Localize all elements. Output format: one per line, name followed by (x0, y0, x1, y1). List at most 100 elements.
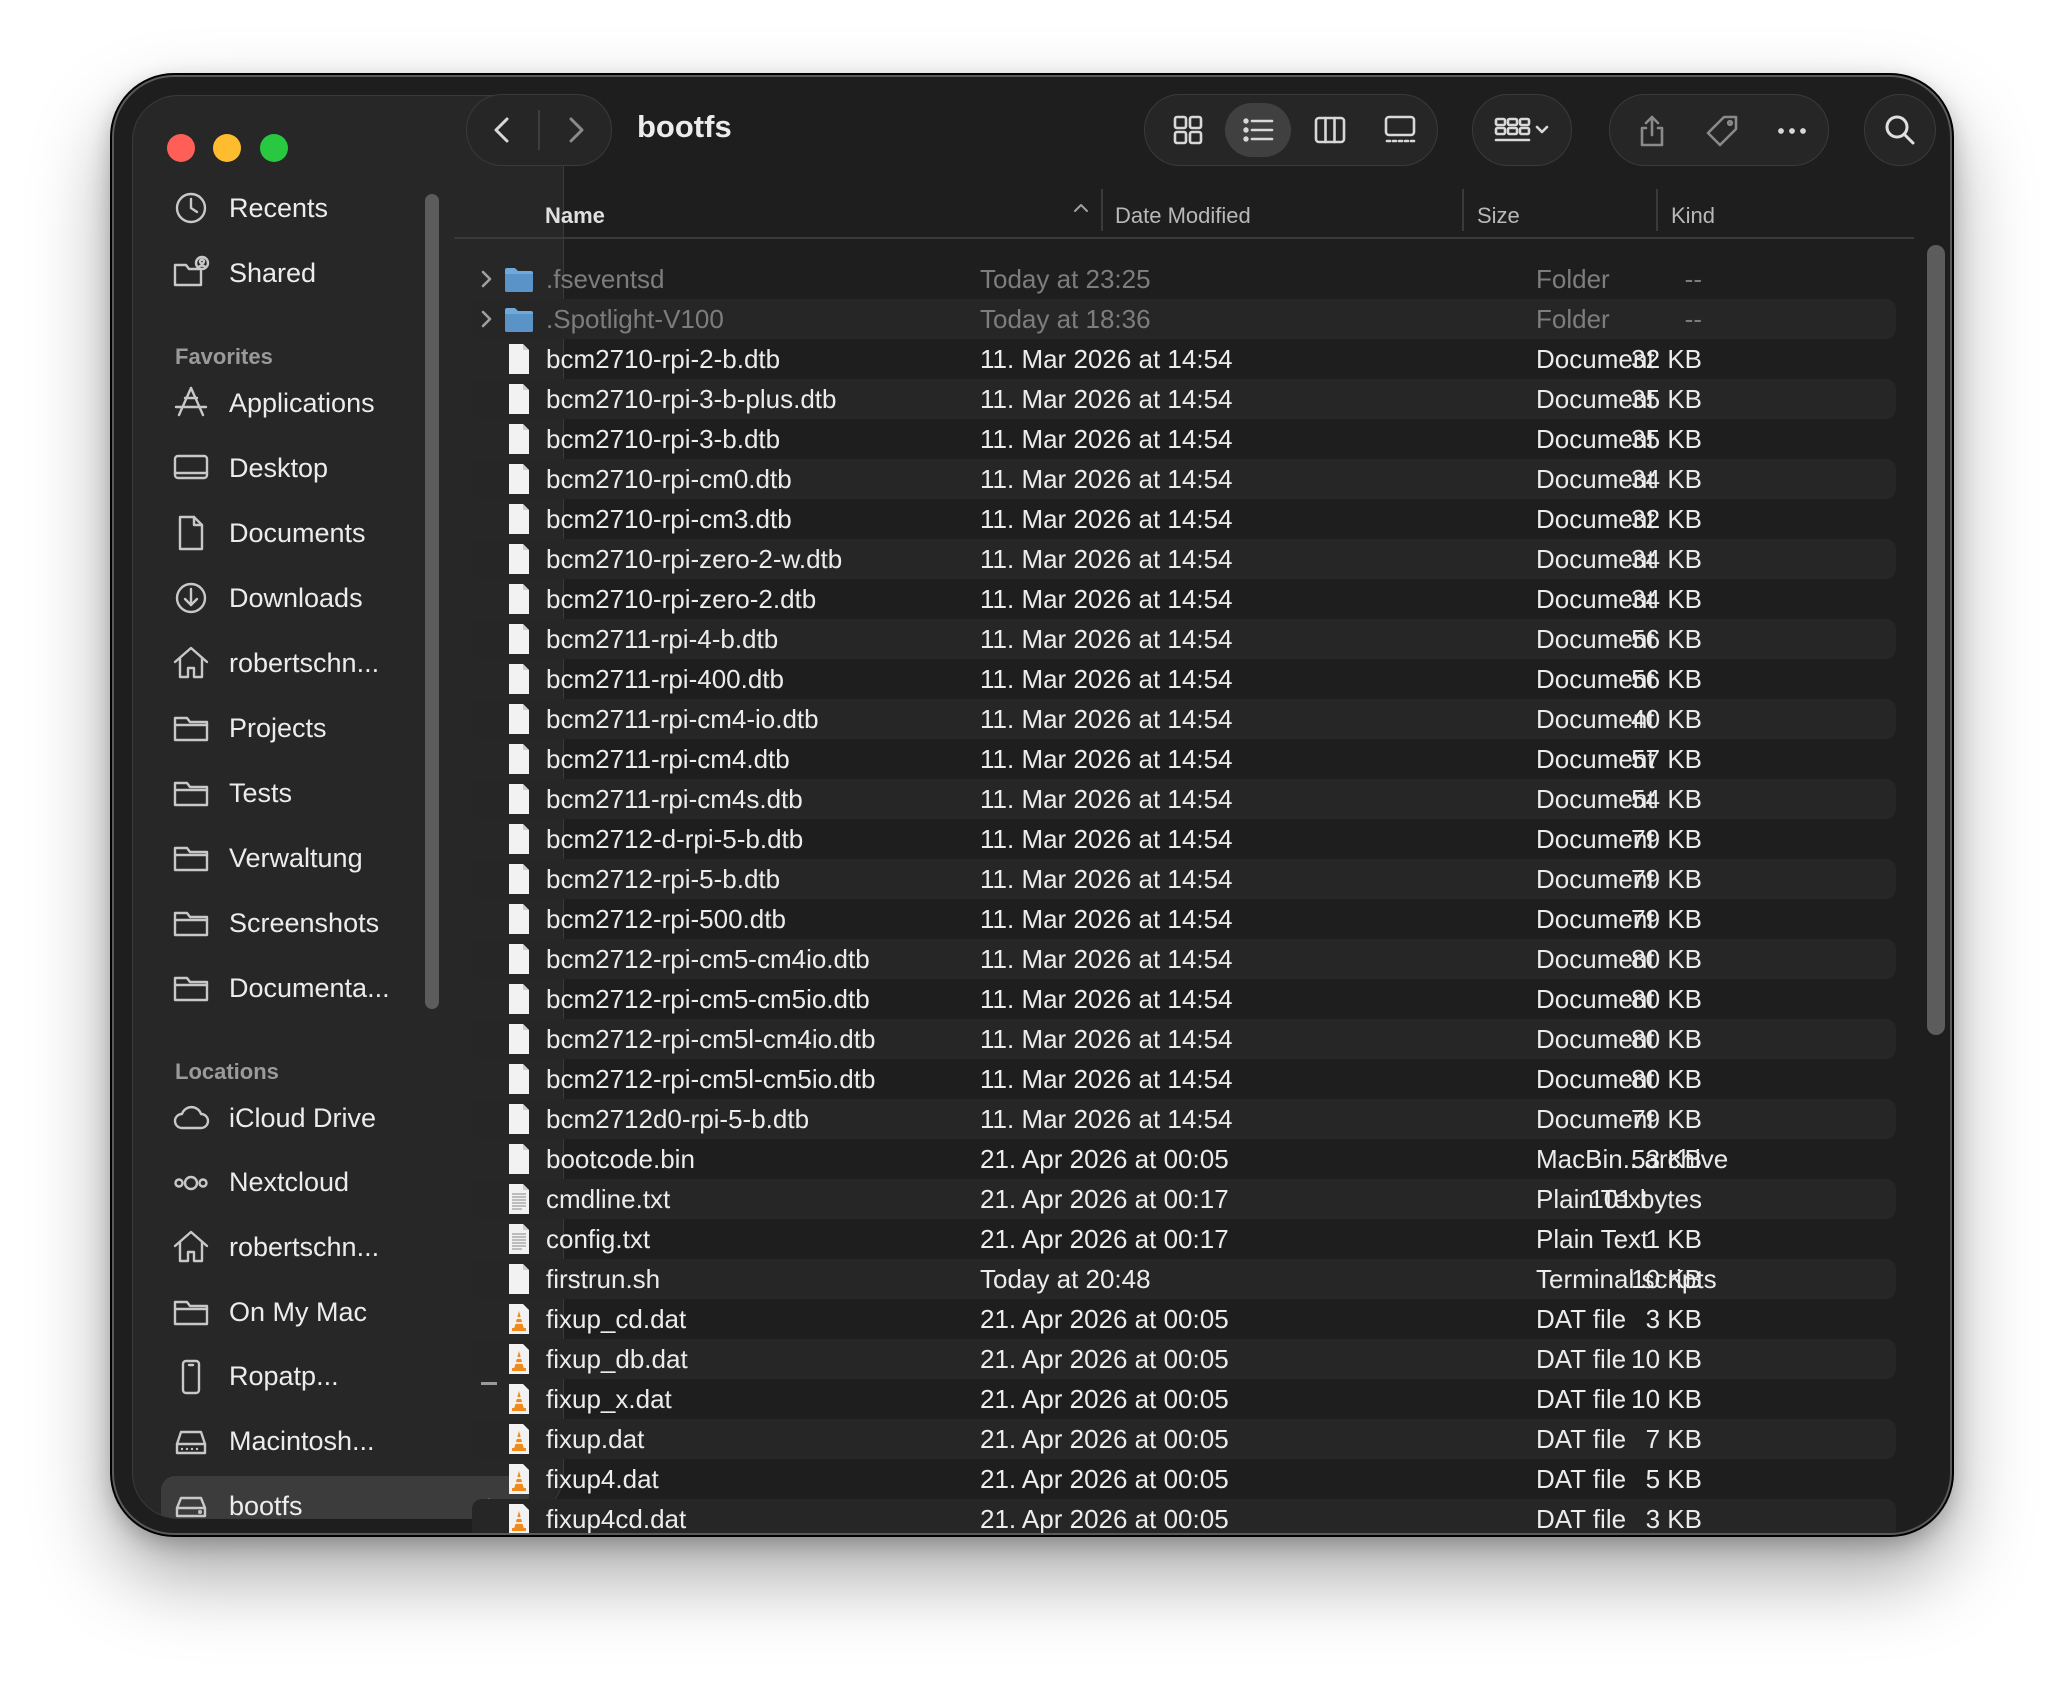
file-row[interactable]: bcm2710-rpi-3-b.dtb 11. Mar 2026 at 14:5… (472, 419, 1896, 459)
file-row[interactable]: bcm2712-rpi-500.dtb 11. Mar 2026 at 14:5… (472, 899, 1896, 939)
file-date-modified: 11. Mar 2026 at 14:54 (980, 744, 1233, 774)
file-date-modified: 21. Apr 2026 at 00:05 (980, 1304, 1229, 1334)
file-row[interactable]: fixup_x.dat 21. Apr 2026 at 00:05 10 KB … (472, 1379, 1896, 1419)
file-row[interactable]: bcm2712-rpi-cm5-cm4io.dtb 11. Mar 2026 a… (472, 939, 1896, 979)
icon-view-button[interactable] (1155, 103, 1221, 157)
file-date-modified: 21. Apr 2026 at 00:05 (980, 1384, 1229, 1414)
close-window-button[interactable] (167, 134, 195, 162)
file-row[interactable]: bcm2711-rpi-400.dtb 11. Mar 2026 at 14:5… (472, 659, 1896, 699)
file-list-scrollbar[interactable] (1927, 245, 1945, 1035)
file-row[interactable]: bcm2712-rpi-5-b.dtb 11. Mar 2026 at 14:5… (472, 859, 1896, 899)
file-date-modified: Today at 23:25 (980, 264, 1151, 294)
sidebar-item-label: Documenta... (229, 972, 390, 1003)
file-date-modified: 11. Mar 2026 at 14:54 (980, 1024, 1233, 1054)
file-size: 10 KB (1631, 1344, 1702, 1374)
sidebar-section-locations: Locations (175, 1059, 279, 1084)
file-size: -- (1684, 304, 1702, 334)
column-divider[interactable] (1656, 189, 1658, 231)
back-button[interactable] (467, 94, 538, 166)
file-row[interactable]: fixup.dat 21. Apr 2026 at 00:05 7 KB DAT… (472, 1419, 1896, 1459)
file-row[interactable]: bcm2711-rpi-cm4-io.dtb 11. Mar 2026 at 1… (472, 699, 1896, 739)
columns-icon (1314, 116, 1346, 144)
list-view-button[interactable] (1225, 103, 1291, 157)
gallery-view-button[interactable] (1367, 103, 1433, 157)
file-row[interactable]: bcm2712-rpi-cm5l-cm4io.dtb 11. Mar 2026 … (472, 1019, 1896, 1059)
file-row[interactable]: bcm2710-rpi-zero-2.dtb 11. Mar 2026 at 1… (472, 579, 1896, 619)
file-date-modified: 11. Mar 2026 at 14:54 (980, 424, 1233, 454)
file-row[interactable]: bcm2711-rpi-cm4.dtb 11. Mar 2026 at 14:5… (472, 739, 1896, 779)
file-name: bcm2712-d-rpi-5-b.dtb (546, 824, 804, 854)
file-row[interactable]: fixup_cd.dat 21. Apr 2026 at 00:05 3 KB … (472, 1299, 1896, 1339)
document-icon (509, 464, 529, 494)
vlc-document-icon (509, 1464, 529, 1494)
file-row[interactable]: bootcode.bin 21. Apr 2026 at 00:05 53 KB… (472, 1139, 1896, 1179)
file-row[interactable]: .fseventsd Today at 23:25 -- Folder (472, 259, 1896, 299)
file-row[interactable]: firstrun.sh Today at 20:48 10 KB Termina… (472, 1259, 1896, 1299)
file-row[interactable]: .Spotlight-V100 Today at 18:36 -- Folder (472, 299, 1896, 339)
zoom-window-button[interactable] (260, 134, 288, 162)
column-divider[interactable] (1462, 189, 1464, 231)
sidebar-item-label: Ropatp... (229, 1361, 339, 1392)
file-name: .Spotlight-V100 (546, 304, 724, 334)
column-header-date-modified[interactable]: Date Modified (1115, 194, 1251, 238)
file-row[interactable]: bcm2710-rpi-3-b-plus.dtb 11. Mar 2026 at… (472, 379, 1896, 419)
vlc-document-icon (509, 1344, 529, 1374)
finder-window: Recents Shared Favorites Applications Des… (112, 75, 1952, 1535)
file-row[interactable]: bcm2710-rpi-zero-2-w.dtb 11. Mar 2026 at… (472, 539, 1896, 579)
file-row[interactable]: bcm2712-rpi-cm5l-cm5io.dtb 11. Mar 2026 … (472, 1059, 1896, 1099)
group-by-button[interactable] (1472, 94, 1572, 166)
file-size: 10 KB (1631, 1384, 1702, 1414)
document-icon (509, 344, 529, 374)
column-header-size[interactable]: Size (1477, 194, 1520, 238)
sidebar-item-recents[interactable]: Recents (161, 178, 529, 238)
clock-icon (169, 186, 213, 230)
column-view-button[interactable] (1297, 103, 1363, 157)
document-icon (509, 824, 529, 854)
folder-icon (169, 706, 213, 750)
disclosure-triangle[interactable] (474, 267, 498, 291)
cloud-icon (169, 1096, 213, 1140)
forward-button[interactable] (540, 94, 611, 166)
document-icon (509, 1104, 529, 1134)
file-kind: DAT file (1536, 1304, 1627, 1334)
sidebar-item-label: Tests (229, 777, 293, 808)
search-button[interactable] (1864, 94, 1936, 166)
file-row[interactable]: config.txt 21. Apr 2026 at 00:17 1 KB Pl… (472, 1219, 1896, 1259)
file-kind: DAT file (1536, 1504, 1627, 1534)
column-divider[interactable] (1101, 189, 1103, 231)
file-row[interactable]: fixup4cd.dat 21. Apr 2026 at 00:05 3 KB … (472, 1499, 1896, 1534)
file-date-modified: 11. Mar 2026 at 14:54 (980, 864, 1233, 894)
file-kind: Document (1536, 584, 1655, 614)
file-row[interactable]: fixup4.dat 21. Apr 2026 at 00:05 5 KB DA… (472, 1459, 1896, 1499)
file-name: fixup_cd.dat (546, 1304, 687, 1334)
file-kind: Document (1536, 984, 1655, 1014)
share-button[interactable] (1624, 105, 1680, 157)
column-header-kind[interactable]: Kind (1671, 194, 1715, 238)
more-actions-button[interactable] (1764, 105, 1820, 157)
minimize-window-button[interactable] (213, 134, 241, 162)
file-row[interactable]: bcm2712-rpi-cm5-cm5io.dtb 11. Mar 2026 a… (472, 979, 1896, 1019)
file-row[interactable]: bcm2711-rpi-cm4s.dtb 11. Mar 2026 at 14:… (472, 779, 1896, 819)
file-row[interactable]: fixup_db.dat 21. Apr 2026 at 00:05 10 KB… (472, 1339, 1896, 1379)
tags-button[interactable] (1694, 105, 1750, 157)
file-date-modified: 11. Mar 2026 at 14:54 (980, 984, 1233, 1014)
file-row[interactable]: bcm2712d0-rpi-5-b.dtb 11. Mar 2026 at 14… (472, 1099, 1896, 1139)
file-row[interactable]: bcm2710-rpi-cm0.dtb 11. Mar 2026 at 14:5… (472, 459, 1896, 499)
file-row[interactable]: bcm2710-rpi-2-b.dtb 11. Mar 2026 at 14:5… (472, 339, 1896, 379)
disclosure-triangle[interactable] (474, 307, 498, 331)
file-name: fixup_db.dat (546, 1344, 688, 1374)
chevron-right-icon (481, 310, 492, 328)
file-row[interactable]: bcm2711-rpi-4-b.dtb 11. Mar 2026 at 14:5… (472, 619, 1896, 659)
file-row[interactable]: bcm2712-d-rpi-5-b.dtb 11. Mar 2026 at 14… (472, 819, 1896, 859)
file-row[interactable]: bcm2710-rpi-cm3.dtb 11. Mar 2026 at 14:5… (472, 499, 1896, 539)
sidebar-scrollbar[interactable] (425, 194, 439, 1009)
file-name: bootcode.bin (546, 1144, 695, 1174)
share-icon (1640, 115, 1664, 147)
file-date-modified: 21. Apr 2026 at 00:05 (980, 1344, 1229, 1374)
file-name: config.txt (546, 1224, 651, 1254)
file-name: bcm2712d0-rpi-5-b.dtb (546, 1104, 810, 1134)
document-icon (509, 784, 529, 814)
file-kind: Document (1536, 544, 1655, 574)
file-row[interactable]: cmdline.txt 21. Apr 2026 at 00:17 101 by… (472, 1179, 1896, 1219)
column-header-name[interactable]: Name (545, 194, 605, 238)
